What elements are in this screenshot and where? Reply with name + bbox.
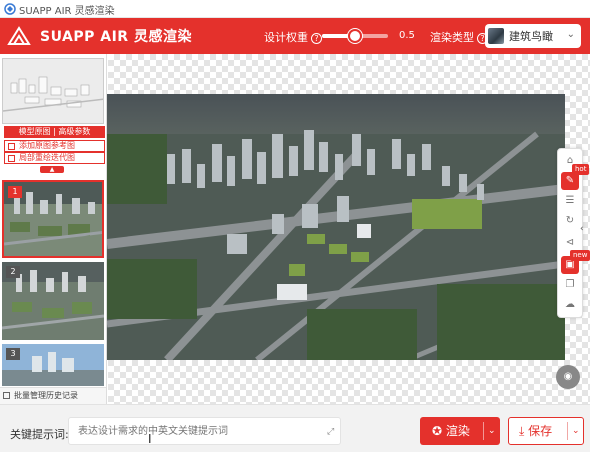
render-button-label: ✪ 渲染 (432, 424, 470, 438)
slider-thumb[interactable] (348, 29, 362, 43)
save-button[interactable]: ⤓ 保存 ⌄ (508, 417, 584, 445)
save-label-text: 保存 (528, 424, 553, 438)
history-item[interactable]: 2 (2, 262, 104, 340)
save-button-label: ⤓ 保存 (519, 424, 553, 438)
tab-model-advanced[interactable]: 模型原图 | 高级参数 (4, 126, 105, 138)
chevron-down-icon[interactable]: ⌄ (572, 418, 580, 444)
checkbox[interactable] (8, 155, 15, 162)
keyword-input[interactable] (68, 417, 341, 445)
chevron-down-icon[interactable]: ⌄ (488, 417, 496, 445)
camera-icon[interactable]: ◉ (556, 365, 580, 389)
rendered-image[interactable] (107, 94, 565, 360)
design-weight-text: 设计权重 (264, 31, 308, 44)
left-panel: 模型原图 | 高级参数 添加原图参考图 局部重绘迭代图 ▲ 1 2 3 批量管理… (0, 54, 107, 404)
app-header: SUAPP AIR 灵感渲染 设计权重? 0.5 渲染类型? 建筑鸟瞰 ⌄ (0, 18, 590, 54)
design-weight-label: 设计权重? (264, 29, 322, 45)
model-source-image[interactable] (2, 58, 104, 124)
option-add-reference[interactable]: 添加原图参考图 (4, 140, 105, 152)
model-wireframe-image (3, 59, 103, 123)
help-icon[interactable]: ? (311, 33, 322, 44)
render-type-text: 渲染类型 (430, 31, 474, 44)
divider (567, 422, 568, 440)
render-type-label: 渲染类型? (430, 29, 488, 45)
history-index: 3 (6, 348, 20, 360)
expand-icon[interactable]: ⤢ (327, 427, 334, 437)
collapse-toolbar-icon[interactable]: ‹ (580, 224, 584, 234)
option-label: 添加原图参考图 (19, 141, 75, 150)
batch-history-button[interactable]: 批量管理历史记录 (0, 387, 106, 404)
divider (483, 422, 484, 440)
render-label-text: 渲染 (445, 424, 470, 438)
design-weight-slider[interactable] (322, 29, 388, 43)
layers-icon[interactable]: ☰ (561, 192, 579, 210)
option-label: 局部重绘迭代图 (19, 153, 75, 162)
bottom-bar: 关键提示词: ⤢ ✪ 渲染 ⌄ ⤓ 保存 ⌄ (0, 404, 590, 452)
render-type-thumbnail (488, 28, 504, 44)
render-type-select[interactable]: 建筑鸟瞰 ⌄ (485, 24, 581, 48)
brand-logo-icon (7, 26, 31, 45)
history-item[interactable]: 1 (2, 180, 104, 258)
rotate-icon[interactable]: ↻ (561, 212, 579, 230)
render-type-value: 建筑鸟瞰 (509, 30, 553, 43)
history-index: 1 (8, 186, 22, 198)
chevron-down-icon: ⌄ (566, 29, 575, 40)
app-logo-icon (4, 3, 16, 15)
history-item[interactable]: 3 (2, 344, 104, 386)
checkbox[interactable] (8, 143, 15, 150)
text-cursor-icon: I (148, 432, 152, 446)
cloud-upload-icon[interactable]: ☁ (561, 296, 579, 314)
keyword-label: 关键提示词: (10, 428, 69, 441)
option-partial-redraw[interactable]: 局部重绘迭代图 (4, 152, 105, 164)
hot-tag: hot (572, 164, 590, 175)
history-index: 2 (6, 266, 20, 278)
brand-name: SUAPP AIR 灵感渲染 (40, 29, 192, 45)
collapse-up-icon[interactable]: ▲ (40, 166, 64, 173)
render-button[interactable]: ✪ 渲染 ⌄ (420, 417, 500, 445)
grid-icon (3, 392, 10, 399)
brand: SUAPP AIR 灵感渲染 (6, 24, 192, 48)
copy-icon[interactable]: ❐ (561, 276, 579, 294)
new-tag: new (570, 250, 590, 261)
render-result-image (107, 94, 565, 360)
batch-label: 批量管理历史记录 (14, 391, 78, 400)
design-weight-value: 0.5 (399, 30, 415, 41)
window-title: SUAPP AIR 灵感渲染 (19, 6, 115, 17)
window-titlebar: SUAPP AIR 灵感渲染 (0, 0, 590, 18)
